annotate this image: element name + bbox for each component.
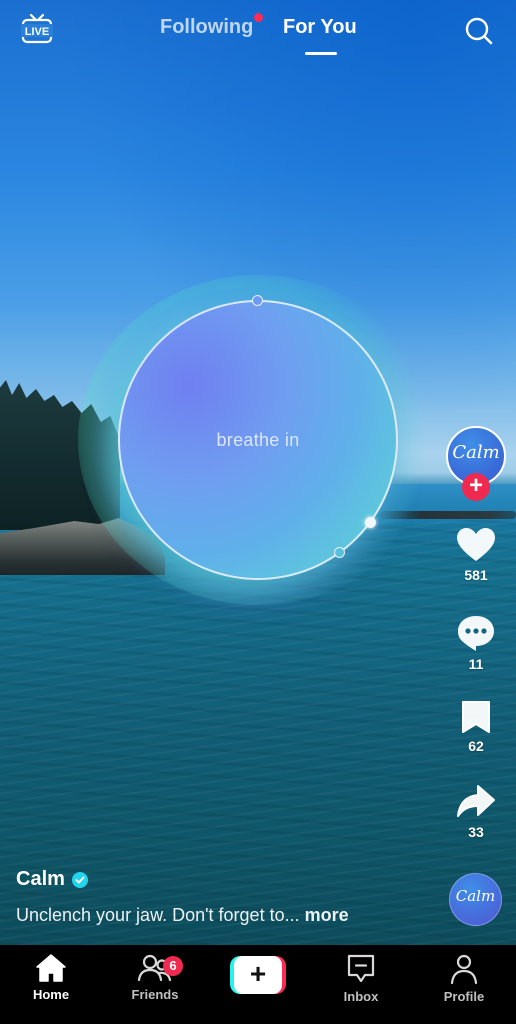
search-icon[interactable] (464, 16, 494, 46)
tab-following[interactable]: Following (160, 16, 253, 39)
nav-friends[interactable]: Friends 6 (110, 953, 200, 1002)
music-disc[interactable]: Calm (449, 873, 502, 926)
plus-icon: + (234, 956, 282, 994)
breathing-progress-dot-lower (334, 547, 345, 558)
share-count: 33 (468, 824, 484, 840)
author-name[interactable]: Calm (16, 868, 65, 891)
live-tv-icon[interactable]: LIVE (20, 12, 54, 46)
video-player[interactable]: breathe in (0, 0, 516, 945)
like-button[interactable]: 581 (446, 527, 506, 583)
caption-text[interactable]: Unclench your jaw. Don't forget to... mo… (16, 905, 436, 926)
bookmark-icon (462, 701, 490, 733)
breathe-in-text: breathe in (216, 430, 300, 450)
comment-button[interactable]: 11 (446, 614, 506, 672)
verified-badge-icon (71, 871, 88, 888)
friends-notification-badge: 6 (163, 956, 183, 976)
nav-home[interactable]: Home (6, 953, 96, 1002)
calm-logo: Calm (452, 442, 500, 463)
save-button[interactable]: 62 (446, 700, 506, 754)
nav-home-label: Home (32, 987, 70, 1002)
comment-icon (458, 616, 494, 651)
share-arrow-icon (457, 785, 495, 817)
comment-count: 11 (468, 656, 484, 672)
bottom-nav: Home Friends 6 + Inbox Profile (0, 945, 516, 1024)
caption-more-link[interactable]: more (305, 905, 349, 925)
breathing-progress-dot-current (365, 517, 376, 528)
home-icon (36, 954, 66, 982)
save-count: 62 (468, 738, 484, 754)
nav-profile-label: Profile (443, 989, 485, 1004)
nav-friends-label: Friends (131, 987, 179, 1002)
active-tab-indicator (305, 52, 337, 55)
top-bar: LIVE Following For You (0, 0, 516, 60)
calm-logo-small: Calm (455, 887, 496, 905)
nav-profile[interactable]: Profile (419, 953, 509, 1004)
heart-icon (457, 528, 495, 561)
follow-button[interactable]: + (462, 473, 490, 501)
breathing-circle: breathe in (118, 300, 398, 580)
author-row: Calm (16, 868, 436, 891)
share-button[interactable]: 33 (446, 784, 506, 840)
following-notification-dot (254, 13, 263, 22)
tab-for-you[interactable]: For You (283, 16, 357, 39)
breathing-progress-dot-top (252, 295, 263, 306)
caption-body: Unclench your jaw. Don't forget to... (16, 905, 300, 925)
nav-inbox-label: Inbox (343, 989, 379, 1004)
inbox-icon (347, 954, 375, 983)
nav-inbox[interactable]: Inbox (316, 953, 406, 1004)
video-caption: Calm Unclench your jaw. Don't forget to.… (16, 868, 436, 926)
profile-icon (450, 954, 478, 985)
like-count: 581 (464, 567, 488, 583)
svg-text:LIVE: LIVE (25, 26, 49, 38)
create-button[interactable]: + (230, 956, 286, 994)
